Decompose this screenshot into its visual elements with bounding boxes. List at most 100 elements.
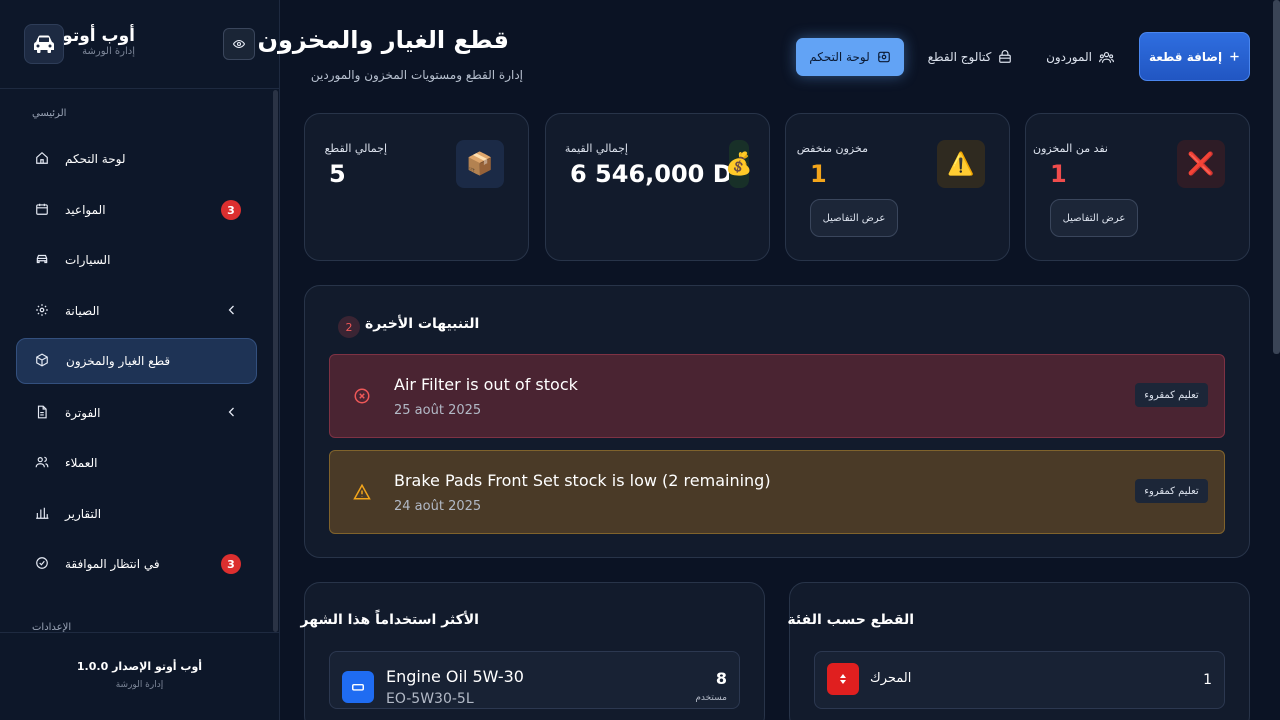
parts-catalog-button[interactable]: كتالوج القطع — [920, 38, 1020, 76]
alert-message: Air Filter is out of stock — [394, 375, 578, 394]
sidebar-item-clients[interactable]: العملاء — [16, 440, 257, 486]
category-count: 1 — [1203, 672, 1212, 688]
sidebar-item-label: لوحة التحكم — [65, 152, 126, 166]
stat-card-total-value: إجمالي القيمة 6 546,000 DT 💰 — [545, 113, 770, 261]
most-used-panel: الأكثر استخداماً هذا الشهر Engine Oil 5W… — [300, 582, 765, 720]
plus-icon — [1230, 52, 1239, 61]
engine-icon — [840, 674, 846, 684]
mark-read-button[interactable]: تعليم كمقروء — [1135, 383, 1208, 407]
suppliers-button[interactable]: الموردون — [1040, 38, 1120, 76]
stat-value: 1 — [810, 160, 827, 188]
add-part-button[interactable]: إضافة قطعة — [1139, 32, 1250, 81]
sidebar-item-label: الصيانة — [65, 304, 100, 318]
alerts-title: التنبيهات الأخيرة — [365, 316, 480, 332]
warning-triangle-icon — [353, 483, 371, 500]
add-part-label: إضافة قطعة — [1148, 49, 1223, 64]
part-name: Engine Oil 5W-30 — [386, 667, 524, 686]
eye-icon — [233, 39, 245, 49]
alert-date: 25 août 2025 — [394, 403, 482, 418]
brand-name: أوب أوتو — [62, 26, 135, 46]
sidebar: أوب أوتو إدارة الورشة الرئيسي لوحة التحك… — [0, 0, 280, 720]
dashboard-label: لوحة التحكم — [809, 50, 870, 64]
sidebar-item-label: العملاء — [65, 456, 98, 470]
catalog-label: كتالوج القطع — [927, 50, 992, 64]
usage-count-label: مستخدم — [695, 693, 727, 703]
package-icon: 📦 — [456, 140, 504, 188]
chevron-left-icon — [228, 407, 234, 417]
sidebar-item-label: في انتظار الموافقة — [65, 557, 160, 571]
sidebar-item-reports[interactable]: التقارير — [16, 491, 257, 537]
car-icon — [36, 254, 48, 264]
sidebar-item-label: السيارات — [65, 253, 111, 267]
low-stock-details-button[interactable]: عرض التفاصيل — [810, 199, 898, 237]
pending-count-badge: 3 — [221, 554, 241, 574]
sidebar-item-cars[interactable]: السيارات — [16, 237, 257, 283]
app-version: أوب أوتو الإصدار 1.0.0 — [76, 660, 203, 673]
users-icon — [35, 456, 49, 468]
brand-header: أوب أوتو إدارة الورشة — [0, 0, 279, 89]
page-title: قطع الغيار والمخزون — [257, 26, 509, 54]
dashboard-button[interactable]: لوحة التحكم — [796, 38, 904, 76]
footer-subtitle: إدارة الورشة — [115, 680, 164, 690]
stat-card-low-stock: مخزون منخفض 1 ⚠️ عرض التفاصيل — [785, 113, 1010, 261]
x-circle-icon — [354, 388, 370, 404]
oil-icon — [352, 683, 364, 691]
gear-icon — [36, 304, 48, 316]
list-item[interactable]: Engine Oil 5W-30 EO-5W30-5L 8 مستخدم — [329, 651, 740, 709]
page-subtitle: إدارة القطع ومستويات المخزون والموردين — [310, 68, 523, 82]
visibility-toggle-button[interactable] — [223, 28, 255, 60]
brand-logo — [24, 24, 64, 64]
sidebar-item-billing[interactable]: الفوترة — [16, 390, 257, 436]
out-of-stock-details-button[interactable]: عرض التفاصيل — [1050, 199, 1138, 237]
brand-subtitle: إدارة الورشة — [82, 46, 135, 57]
part-code: EO-5W30-5L — [386, 691, 474, 707]
panel-title: القطع حسب الفئة — [787, 612, 914, 628]
chevron-left-icon — [228, 305, 234, 315]
sidebar-item-label: المواعيد — [65, 203, 106, 217]
alert-item: Air Filter is out of stock 25 août 2025 … — [329, 354, 1225, 438]
mark-read-button[interactable]: تعليم كمقروء — [1135, 479, 1208, 503]
sidebar-item-dashboard[interactable]: لوحة التحكم — [16, 136, 257, 182]
part-icon — [342, 671, 374, 703]
section-label-main: الرئيسي — [32, 108, 67, 119]
car-logo-icon — [34, 35, 54, 53]
stat-value: 5 — [329, 160, 346, 188]
main-content: قطع الغيار والمخزون إدارة القطع ومستويات… — [258, 0, 1280, 720]
check-circle-icon — [36, 557, 48, 569]
stat-value: 6 546,000 DT — [570, 160, 750, 188]
home-icon — [36, 151, 48, 164]
list-item[interactable]: المحرك 1 — [814, 651, 1225, 709]
sidebar-item-appointments[interactable]: المواعيد 3 — [16, 187, 257, 233]
box-icon — [36, 353, 48, 367]
users-icon — [1098, 51, 1114, 63]
alert-message: Brake Pads Front Set stock is low (2 rem… — [394, 471, 771, 490]
alerts-count-badge: 2 — [338, 316, 360, 338]
stat-label: إجمالي القطع — [324, 142, 387, 155]
stat-value: 1 — [1050, 160, 1067, 188]
sidebar-item-label: التقارير — [65, 507, 102, 521]
parts-by-category-panel: القطع حسب الفئة المحرك 1 — [787, 582, 1250, 720]
recent-alerts-card: التنبيهات الأخيرة 2 Air Filter is out of… — [304, 285, 1250, 558]
stat-card-out-of-stock: نفد من المخزون 1 ❌ عرض التفاصيل — [1025, 113, 1250, 261]
document-icon — [37, 405, 47, 419]
calendar-icon — [36, 203, 48, 215]
sidebar-item-label: قطع الغيار والمخزون — [66, 354, 171, 368]
brand-text: أوب أوتو إدارة الورشة — [62, 26, 135, 57]
money-bag-icon: 💰 — [725, 140, 753, 188]
sidebar-item-parts-inventory[interactable]: قطع الغيار والمخزون — [16, 338, 257, 384]
dashboard-icon — [877, 51, 890, 63]
sidebar-scrollbar[interactable] — [273, 90, 278, 632]
main-scrollbar[interactable] — [1273, 0, 1280, 354]
sidebar-item-label: الفوترة — [65, 406, 101, 420]
warning-icon: ⚠️ — [937, 140, 985, 188]
panel-title: الأكثر استخداماً هذا الشهر — [300, 612, 479, 628]
usage-count: 8 — [715, 669, 727, 688]
alert-date: 24 août 2025 — [394, 499, 482, 514]
sidebar-item-maintenance[interactable]: الصيانة — [16, 288, 257, 334]
appointments-count-badge: 3 — [221, 200, 241, 220]
box-icon — [999, 50, 1012, 63]
sidebar-item-pending-approval[interactable]: في انتظار الموافقة 3 — [16, 541, 257, 587]
category-name: المحرك — [870, 671, 912, 686]
sidebar-footer: أوب أوتو الإصدار 1.0.0 إدارة الورشة — [0, 632, 279, 720]
cross-icon: ❌ — [1177, 140, 1225, 188]
